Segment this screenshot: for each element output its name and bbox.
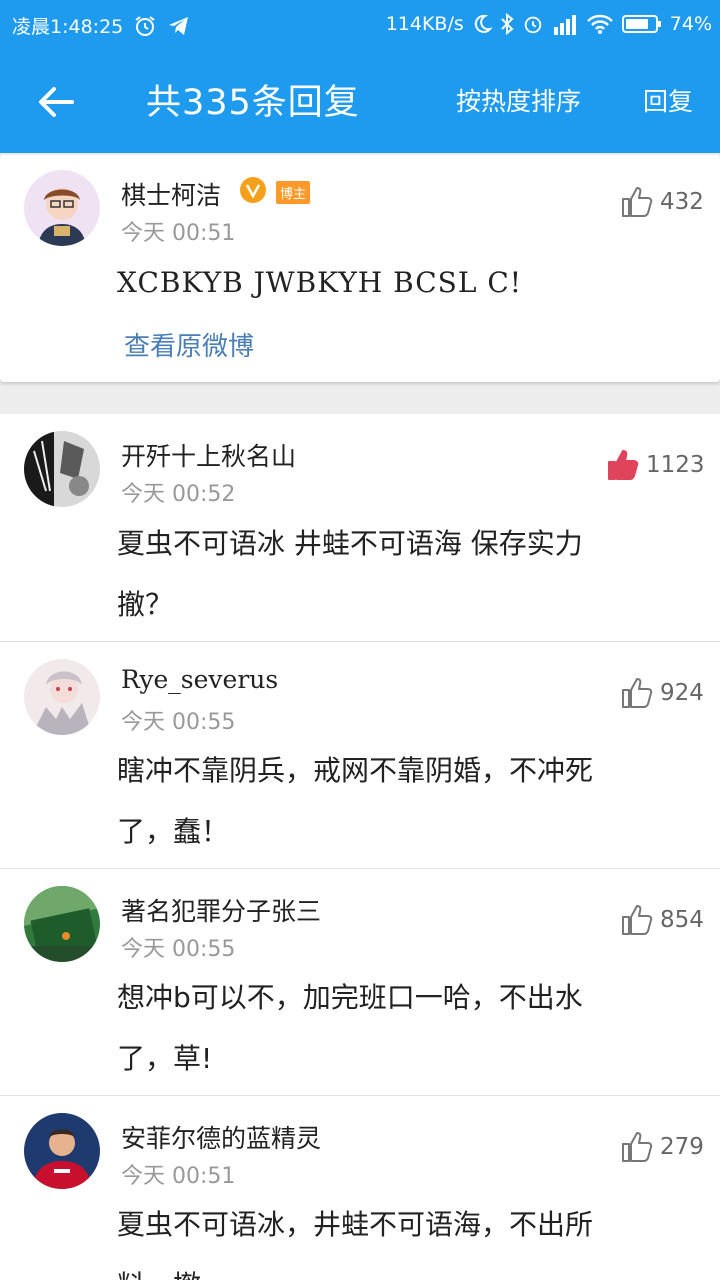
post-time: 今天 00:51 [121, 221, 236, 246]
comment-text-line: 了，草! [117, 1042, 213, 1075]
arrow-left-icon [39, 87, 74, 117]
back-button[interactable] [30, 76, 82, 128]
like-count: 279 [660, 1134, 704, 1160]
top-bar: 凌晨1:48:25 114KB/s 74% 共335条回复 按热度排序 回复 [0, 0, 720, 153]
comment-like-button[interactable]: 279 [620, 1130, 704, 1164]
comment-item: 著名犯罪分子张三 今天 00:55 854 想冲b可以不，加完班口一哈，不出水 … [0, 869, 720, 1095]
like-count: 924 [660, 680, 704, 706]
comment-list: 开歼十上秋名山 今天 00:52 1123 夏虫不可语冰 井蛙不可语海 保存实力… [0, 414, 720, 1280]
view-original-link[interactable]: 查看原微博 [124, 326, 254, 363]
verified-badge-icon [240, 177, 266, 203]
page-title: 共335条回复 [146, 83, 360, 123]
alarm-clock-icon [522, 12, 544, 36]
battery-percent: 74% [669, 13, 712, 35]
status-bar: 凌晨1:48:25 114KB/s 74% [0, 0, 720, 48]
like-count: 854 [660, 907, 704, 933]
comment-text-line: 瞎冲不靠阴兵，戒网不靠阴婚，不冲死 [117, 754, 594, 787]
comment-time: 今天 00:55 [121, 710, 236, 735]
sort-by-heat-button[interactable]: 按热度排序 [456, 82, 581, 118]
comment-text-line: 了，蠢！ [117, 815, 230, 848]
thumbs-up-icon [622, 187, 653, 217]
thumbs-up-icon [622, 1132, 653, 1162]
avatar[interactable] [24, 659, 100, 735]
nav-bar: 共335条回复 按热度排序 回复 [0, 48, 720, 153]
avatar[interactable] [24, 431, 100, 507]
post-like-button[interactable]: 432 [620, 185, 704, 219]
like-count: 1123 [646, 452, 705, 478]
comment-text-line: 想冲b可以不，加完班口一哈，不出水 [117, 981, 583, 1014]
comment-time: 今天 00:55 [121, 937, 236, 962]
comment-author-name[interactable]: 著名犯罪分子张三 [121, 892, 321, 928]
thumbs-up-icon [622, 905, 653, 935]
comment-author-name[interactable]: 安菲尔德的蓝精灵 [121, 1119, 321, 1155]
comment-text-line: 夏虫不可语冰，井蛙不可语海，不出所 [117, 1208, 594, 1241]
comment-author-name[interactable]: 开歼十上秋名山 [121, 437, 296, 473]
avatar[interactable] [24, 170, 100, 246]
network-speed: 114KB/s [385, 13, 464, 35]
post-author-name[interactable]: 棋士柯洁 [121, 176, 221, 212]
reply-button[interactable]: 回复 [643, 82, 693, 118]
signal-icon [552, 12, 578, 36]
original-post-card: 棋士柯洁 博主 今天 00:51 432 XCBKYB JWBKYH BCSL … [0, 155, 720, 382]
status-time: 凌晨1:48:25 [12, 16, 124, 38]
battery-icon [621, 12, 662, 36]
comment-like-button[interactable]: 1123 [606, 448, 705, 482]
comment-item: 开歼十上秋名山 今天 00:52 1123 夏虫不可语冰 井蛙不可语海 保存实力… [0, 414, 720, 641]
comment-item: Rye_severus 今天 00:55 924 瞎冲不靠阴兵，戒网不靠阴婚，不… [0, 642, 720, 868]
wifi-icon [586, 12, 614, 36]
avatar[interactable] [24, 1113, 100, 1189]
comment-item: 安菲尔德的蓝精灵 今天 00:51 279 夏虫不可语冰，井蛙不可语海，不出所 … [0, 1096, 720, 1280]
comment-text-line: 夏虫不可语冰 井蛙不可语海 保存实力 [117, 527, 583, 560]
host-badge: 博主 [276, 181, 311, 204]
comment-time: 今天 00:51 [121, 1164, 236, 1189]
comment-like-button[interactable]: 924 [620, 676, 704, 710]
comment-text-line: 料，撤 [117, 1255, 201, 1280]
alarm-icon [133, 14, 157, 38]
comment-time: 今天 00:52 [121, 482, 236, 507]
like-count: 432 [660, 189, 704, 215]
avatar[interactable] [24, 886, 100, 962]
comment-author-name[interactable]: Rye_severus [121, 665, 278, 694]
telegram-icon [167, 14, 191, 38]
post-content: XCBKYB JWBKYH BCSL C! [117, 266, 522, 299]
moon-icon [472, 12, 492, 36]
thumbs-up-filled-icon [608, 450, 639, 480]
comment-text-line: 撤？ [117, 588, 174, 621]
bluetooth-icon [500, 12, 514, 36]
thumbs-up-icon [622, 678, 653, 708]
comment-like-button[interactable]: 854 [620, 903, 704, 937]
